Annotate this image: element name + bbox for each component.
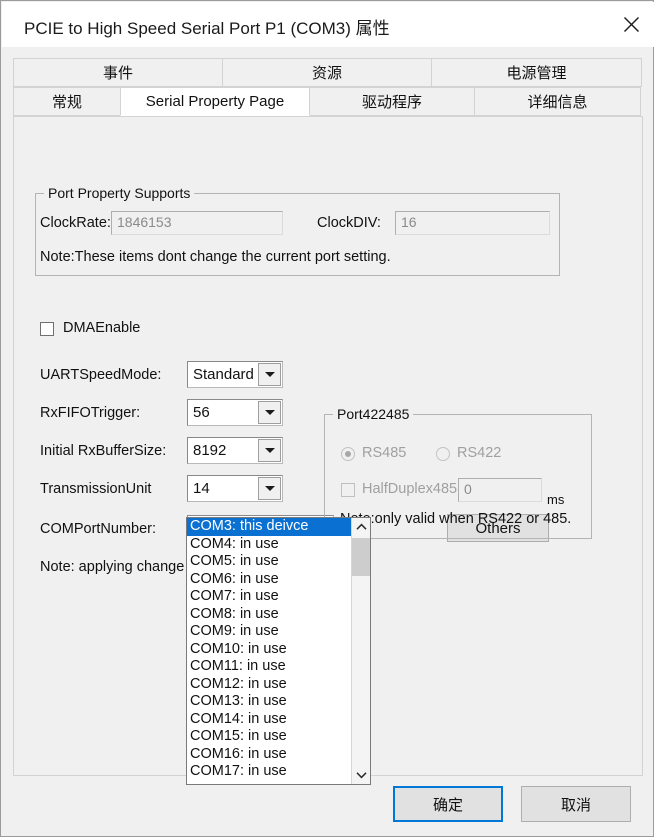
dropdown-item[interactable]: COM8: in use — [187, 606, 352, 624]
tab-label: 详细信息 — [527, 91, 587, 112]
chevron-up-icon[interactable] — [352, 518, 370, 536]
dropdown-item[interactable]: COM14: in use — [187, 711, 352, 729]
tab-label: 电源管理 — [506, 62, 566, 83]
uart-speed-mode-label: UARTSpeedMode: — [40, 367, 161, 383]
tab-driver[interactable]: 驱动程序 — [309, 87, 475, 116]
tab-events[interactable]: 事件 — [13, 58, 223, 87]
com-port-dropdown-list[interactable]: COM3: this deivceCOM4: in useCOM5: in us… — [186, 517, 371, 785]
dma-enable-label: DMAEnable — [63, 320, 140, 336]
half-duplex-485-value[interactable]: 0 — [458, 478, 542, 502]
initial-rx-buffer-size-label: Initial RxBufferSize: — [40, 443, 166, 459]
tab-label: 驱动程序 — [362, 91, 422, 112]
cancel-button-label: 取消 — [561, 794, 591, 815]
dropdown-item[interactable]: COM15: in use — [187, 728, 352, 746]
dropdown-scrollbar[interactable] — [351, 518, 370, 784]
rs422-label: RS422 — [457, 445, 501, 461]
window-title: PCIE to High Speed Serial Port P1 (COM3)… — [24, 14, 390, 39]
chevron-down-icon[interactable] — [258, 477, 281, 500]
half-duplex-unit-label: ms — [547, 492, 564, 507]
tab-serial-property-page[interactable]: Serial Property Page — [120, 87, 310, 116]
dropdown-item[interactable]: COM16: in use — [187, 746, 352, 764]
combo-value: 8192 — [193, 442, 226, 459]
port422485-note: Note:only valid when RS422 or 485. — [340, 511, 571, 527]
uart-speed-mode-combo[interactable]: Standard — [187, 361, 283, 388]
rx-fifo-trigger-combo[interactable]: 56 — [187, 399, 283, 426]
tab-row-top: 事件 资源 电源管理 — [13, 58, 643, 87]
dropdown-item[interactable]: COM12: in use — [187, 676, 352, 694]
tab-power-management[interactable]: 电源管理 — [431, 58, 642, 87]
chevron-down-icon[interactable] — [258, 401, 281, 424]
dma-enable-checkbox[interactable] — [40, 322, 54, 336]
port-property-note: Note:These items dont change the current… — [40, 249, 391, 265]
tab-general[interactable]: 常规 — [13, 87, 121, 116]
dropdown-item[interactable]: COM13: in use — [187, 693, 352, 711]
group-legend: Port Property Supports — [44, 185, 194, 201]
rx-fifo-trigger-label: RxFIFOTrigger: — [40, 405, 140, 421]
scrollbar-thumb[interactable] — [352, 538, 370, 576]
dropdown-item[interactable]: COM10: in use — [187, 641, 352, 659]
rs485-radio[interactable] — [341, 447, 355, 461]
combo-value: 14 — [193, 480, 210, 497]
tab-row-bottom: 常规 Serial Property Page 驱动程序 详细信息 — [13, 87, 643, 116]
tab-resources[interactable]: 资源 — [222, 58, 432, 87]
tab-label: 资源 — [312, 62, 342, 83]
chevron-down-icon[interactable] — [258, 363, 281, 386]
dropdown-items[interactable]: COM3: this deivceCOM4: in useCOM5: in us… — [187, 518, 352, 784]
tab-label: 常规 — [52, 91, 82, 112]
combo-value: 56 — [193, 404, 210, 421]
clock-div-value: 16 — [395, 211, 550, 235]
dropdown-item[interactable]: COM7: in use — [187, 588, 352, 606]
rs485-label: RS485 — [362, 445, 406, 461]
chevron-down-icon[interactable] — [258, 439, 281, 462]
dropdown-item[interactable]: COM17: in use — [187, 763, 352, 781]
combo-value: Standard — [193, 366, 254, 383]
ok-button-label: 确定 — [433, 794, 463, 815]
chevron-down-icon[interactable] — [352, 766, 370, 784]
title-bar: PCIE to High Speed Serial Port P1 (COM3)… — [2, 2, 654, 47]
clock-div-label: ClockDIV: — [317, 215, 381, 231]
dropdown-item[interactable]: COM3: this deivce — [187, 518, 352, 536]
tab-label: 事件 — [103, 62, 133, 83]
dropdown-item[interactable]: COM4: in use — [187, 536, 352, 554]
dropdown-item[interactable]: COM11: in use — [187, 658, 352, 676]
transmission-unit-combo[interactable]: 14 — [187, 475, 283, 502]
applying-change-note: Note: applying change — [40, 559, 184, 575]
half-duplex-485-checkbox[interactable] — [341, 483, 355, 497]
ok-button[interactable]: 确定 — [393, 786, 503, 822]
tab-details[interactable]: 详细信息 — [474, 87, 641, 116]
properties-dialog: PCIE to High Speed Serial Port P1 (COM3)… — [0, 0, 654, 837]
cancel-button[interactable]: 取消 — [521, 786, 631, 822]
clock-rate-label: ClockRate: — [40, 215, 111, 231]
clock-rate-value: 1846153 — [111, 211, 283, 235]
rs422-radio[interactable] — [436, 447, 450, 461]
group-legend: Port422485 — [333, 406, 413, 422]
dropdown-item[interactable]: COM9: in use — [187, 623, 352, 641]
initial-rx-buffer-size-combo[interactable]: 8192 — [187, 437, 283, 464]
dropdown-item[interactable]: COM6: in use — [187, 571, 352, 589]
com-port-number-label: COMPortNumber: — [40, 521, 156, 537]
transmission-unit-label: TransmissionUnit — [40, 481, 151, 497]
close-icon — [623, 16, 640, 33]
dropdown-item[interactable]: COM5: in use — [187, 553, 352, 571]
tab-label: Serial Property Page — [146, 93, 284, 110]
half-duplex-485-label: HalfDuplex485 — [362, 481, 457, 497]
close-button[interactable] — [608, 2, 654, 47]
